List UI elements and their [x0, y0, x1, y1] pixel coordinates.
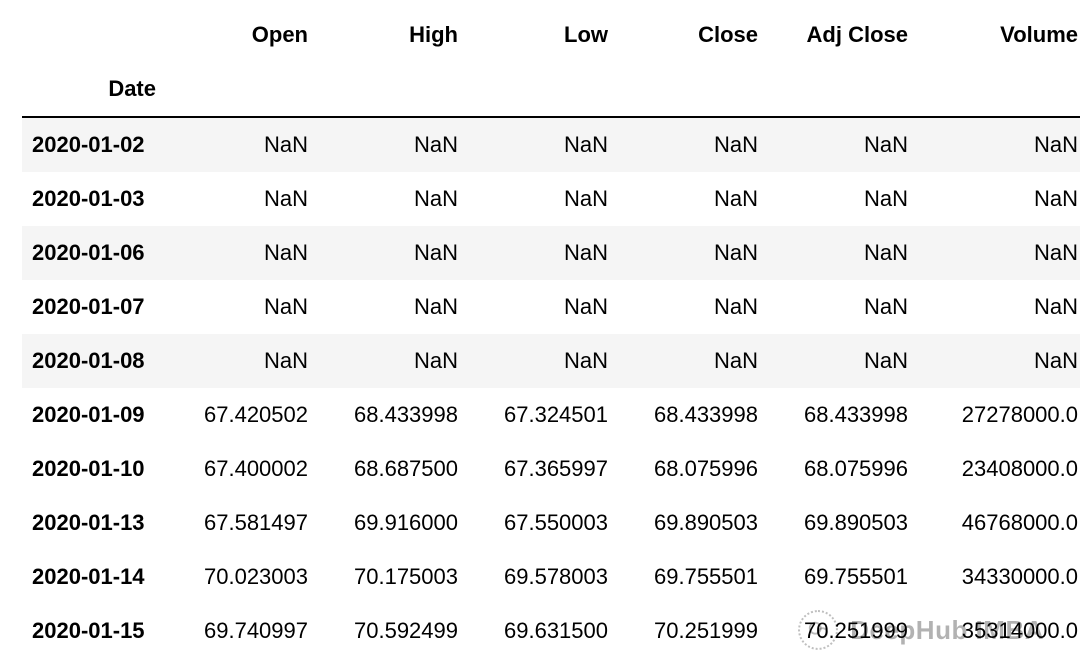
index-name: Date — [22, 58, 172, 117]
cell-close: NaN — [622, 280, 772, 334]
cell-adj: 68.433998 — [772, 388, 922, 442]
cell-open: NaN — [172, 334, 322, 388]
cell-vol: NaN — [922, 117, 1080, 172]
table-row: 2020-01-03NaNNaNNaNNaNNaNNaN — [22, 172, 1080, 226]
table-row: 2020-01-1569.74099770.59249969.63150070.… — [22, 604, 1080, 658]
table-row: 2020-01-02NaNNaNNaNNaNNaNNaN — [22, 117, 1080, 172]
cell-open: NaN — [172, 172, 322, 226]
cell-close: NaN — [622, 172, 772, 226]
ohlc-table: Open High Low Close Adj Close Volume Dat… — [22, 12, 1080, 658]
col-open: Open — [172, 12, 322, 58]
cell-open: 70.023003 — [172, 550, 322, 604]
cell-open: NaN — [172, 226, 322, 280]
row-date: 2020-01-09 — [22, 388, 172, 442]
cell-adj: 69.890503 — [772, 496, 922, 550]
cell-low: 67.324501 — [472, 388, 622, 442]
table-body: 2020-01-02NaNNaNNaNNaNNaNNaN2020-01-03Na… — [22, 117, 1080, 658]
cell-vol: NaN — [922, 172, 1080, 226]
table-wrapper: Open High Low Close Adj Close Volume Dat… — [0, 0, 1080, 658]
cell-low: NaN — [472, 334, 622, 388]
cell-high: NaN — [322, 280, 472, 334]
cell-close: NaN — [622, 226, 772, 280]
row-date: 2020-01-15 — [22, 604, 172, 658]
cell-vol: 23408000.0 — [922, 442, 1080, 496]
cell-high: 68.433998 — [322, 388, 472, 442]
cell-low: NaN — [472, 226, 622, 280]
cell-high: 70.175003 — [322, 550, 472, 604]
col-low: Low — [472, 12, 622, 58]
cell-low: 67.365997 — [472, 442, 622, 496]
col-volume: Volume — [922, 12, 1080, 58]
col-adj-close: Adj Close — [772, 12, 922, 58]
cell-open: NaN — [172, 280, 322, 334]
row-date: 2020-01-14 — [22, 550, 172, 604]
row-date: 2020-01-10 — [22, 442, 172, 496]
cell-close: NaN — [622, 334, 772, 388]
cell-close: NaN — [622, 117, 772, 172]
cell-open: 67.400002 — [172, 442, 322, 496]
cell-adj: 69.755501 — [772, 550, 922, 604]
cell-high: NaN — [322, 334, 472, 388]
row-date: 2020-01-13 — [22, 496, 172, 550]
cell-close: 70.251999 — [622, 604, 772, 658]
cell-low: 69.631500 — [472, 604, 622, 658]
cell-open: 67.581497 — [172, 496, 322, 550]
cell-open: 67.420502 — [172, 388, 322, 442]
cell-vol: 46768000.0 — [922, 496, 1080, 550]
cell-close: 69.890503 — [622, 496, 772, 550]
cell-high: NaN — [322, 226, 472, 280]
cell-close: 68.433998 — [622, 388, 772, 442]
cell-close: 69.755501 — [622, 550, 772, 604]
row-date: 2020-01-07 — [22, 280, 172, 334]
table-row: 2020-01-1367.58149769.91600067.55000369.… — [22, 496, 1080, 550]
cell-adj: NaN — [772, 334, 922, 388]
row-date: 2020-01-08 — [22, 334, 172, 388]
row-date: 2020-01-03 — [22, 172, 172, 226]
table-row: 2020-01-0967.42050268.43399867.32450168.… — [22, 388, 1080, 442]
cell-low: 69.578003 — [472, 550, 622, 604]
table-row: 2020-01-1470.02300370.17500369.57800369.… — [22, 550, 1080, 604]
cell-adj: NaN — [772, 226, 922, 280]
cell-vol: NaN — [922, 334, 1080, 388]
cell-open: NaN — [172, 117, 322, 172]
cell-vol: NaN — [922, 280, 1080, 334]
cell-adj: 68.075996 — [772, 442, 922, 496]
table-head: Open High Low Close Adj Close Volume Dat… — [22, 12, 1080, 117]
cell-vol: 34330000.0 — [922, 550, 1080, 604]
row-date: 2020-01-02 — [22, 117, 172, 172]
col-close: Close — [622, 12, 772, 58]
cell-adj: NaN — [772, 280, 922, 334]
table-row: 2020-01-08NaNNaNNaNNaNNaNNaN — [22, 334, 1080, 388]
col-blank — [22, 12, 172, 58]
cell-high: 69.916000 — [322, 496, 472, 550]
cell-high: NaN — [322, 117, 472, 172]
cell-adj: NaN — [772, 117, 922, 172]
cell-low: NaN — [472, 172, 622, 226]
row-date: 2020-01-06 — [22, 226, 172, 280]
table-row: 2020-01-07NaNNaNNaNNaNNaNNaN — [22, 280, 1080, 334]
cell-low: NaN — [472, 280, 622, 334]
cell-adj: 70.251999 — [772, 604, 922, 658]
table-row: 2020-01-1067.40000268.68750067.36599768.… — [22, 442, 1080, 496]
cell-high: 68.687500 — [322, 442, 472, 496]
cell-vol: 35314000.0 — [922, 604, 1080, 658]
cell-vol: 27278000.0 — [922, 388, 1080, 442]
header-spacer — [172, 58, 1080, 117]
cell-low: 67.550003 — [472, 496, 622, 550]
cell-adj: NaN — [772, 172, 922, 226]
cell-close: 68.075996 — [622, 442, 772, 496]
col-high: High — [322, 12, 472, 58]
cell-high: 70.592499 — [322, 604, 472, 658]
cell-open: 69.740997 — [172, 604, 322, 658]
cell-high: NaN — [322, 172, 472, 226]
table-row: 2020-01-06NaNNaNNaNNaNNaNNaN — [22, 226, 1080, 280]
cell-low: NaN — [472, 117, 622, 172]
cell-vol: NaN — [922, 226, 1080, 280]
